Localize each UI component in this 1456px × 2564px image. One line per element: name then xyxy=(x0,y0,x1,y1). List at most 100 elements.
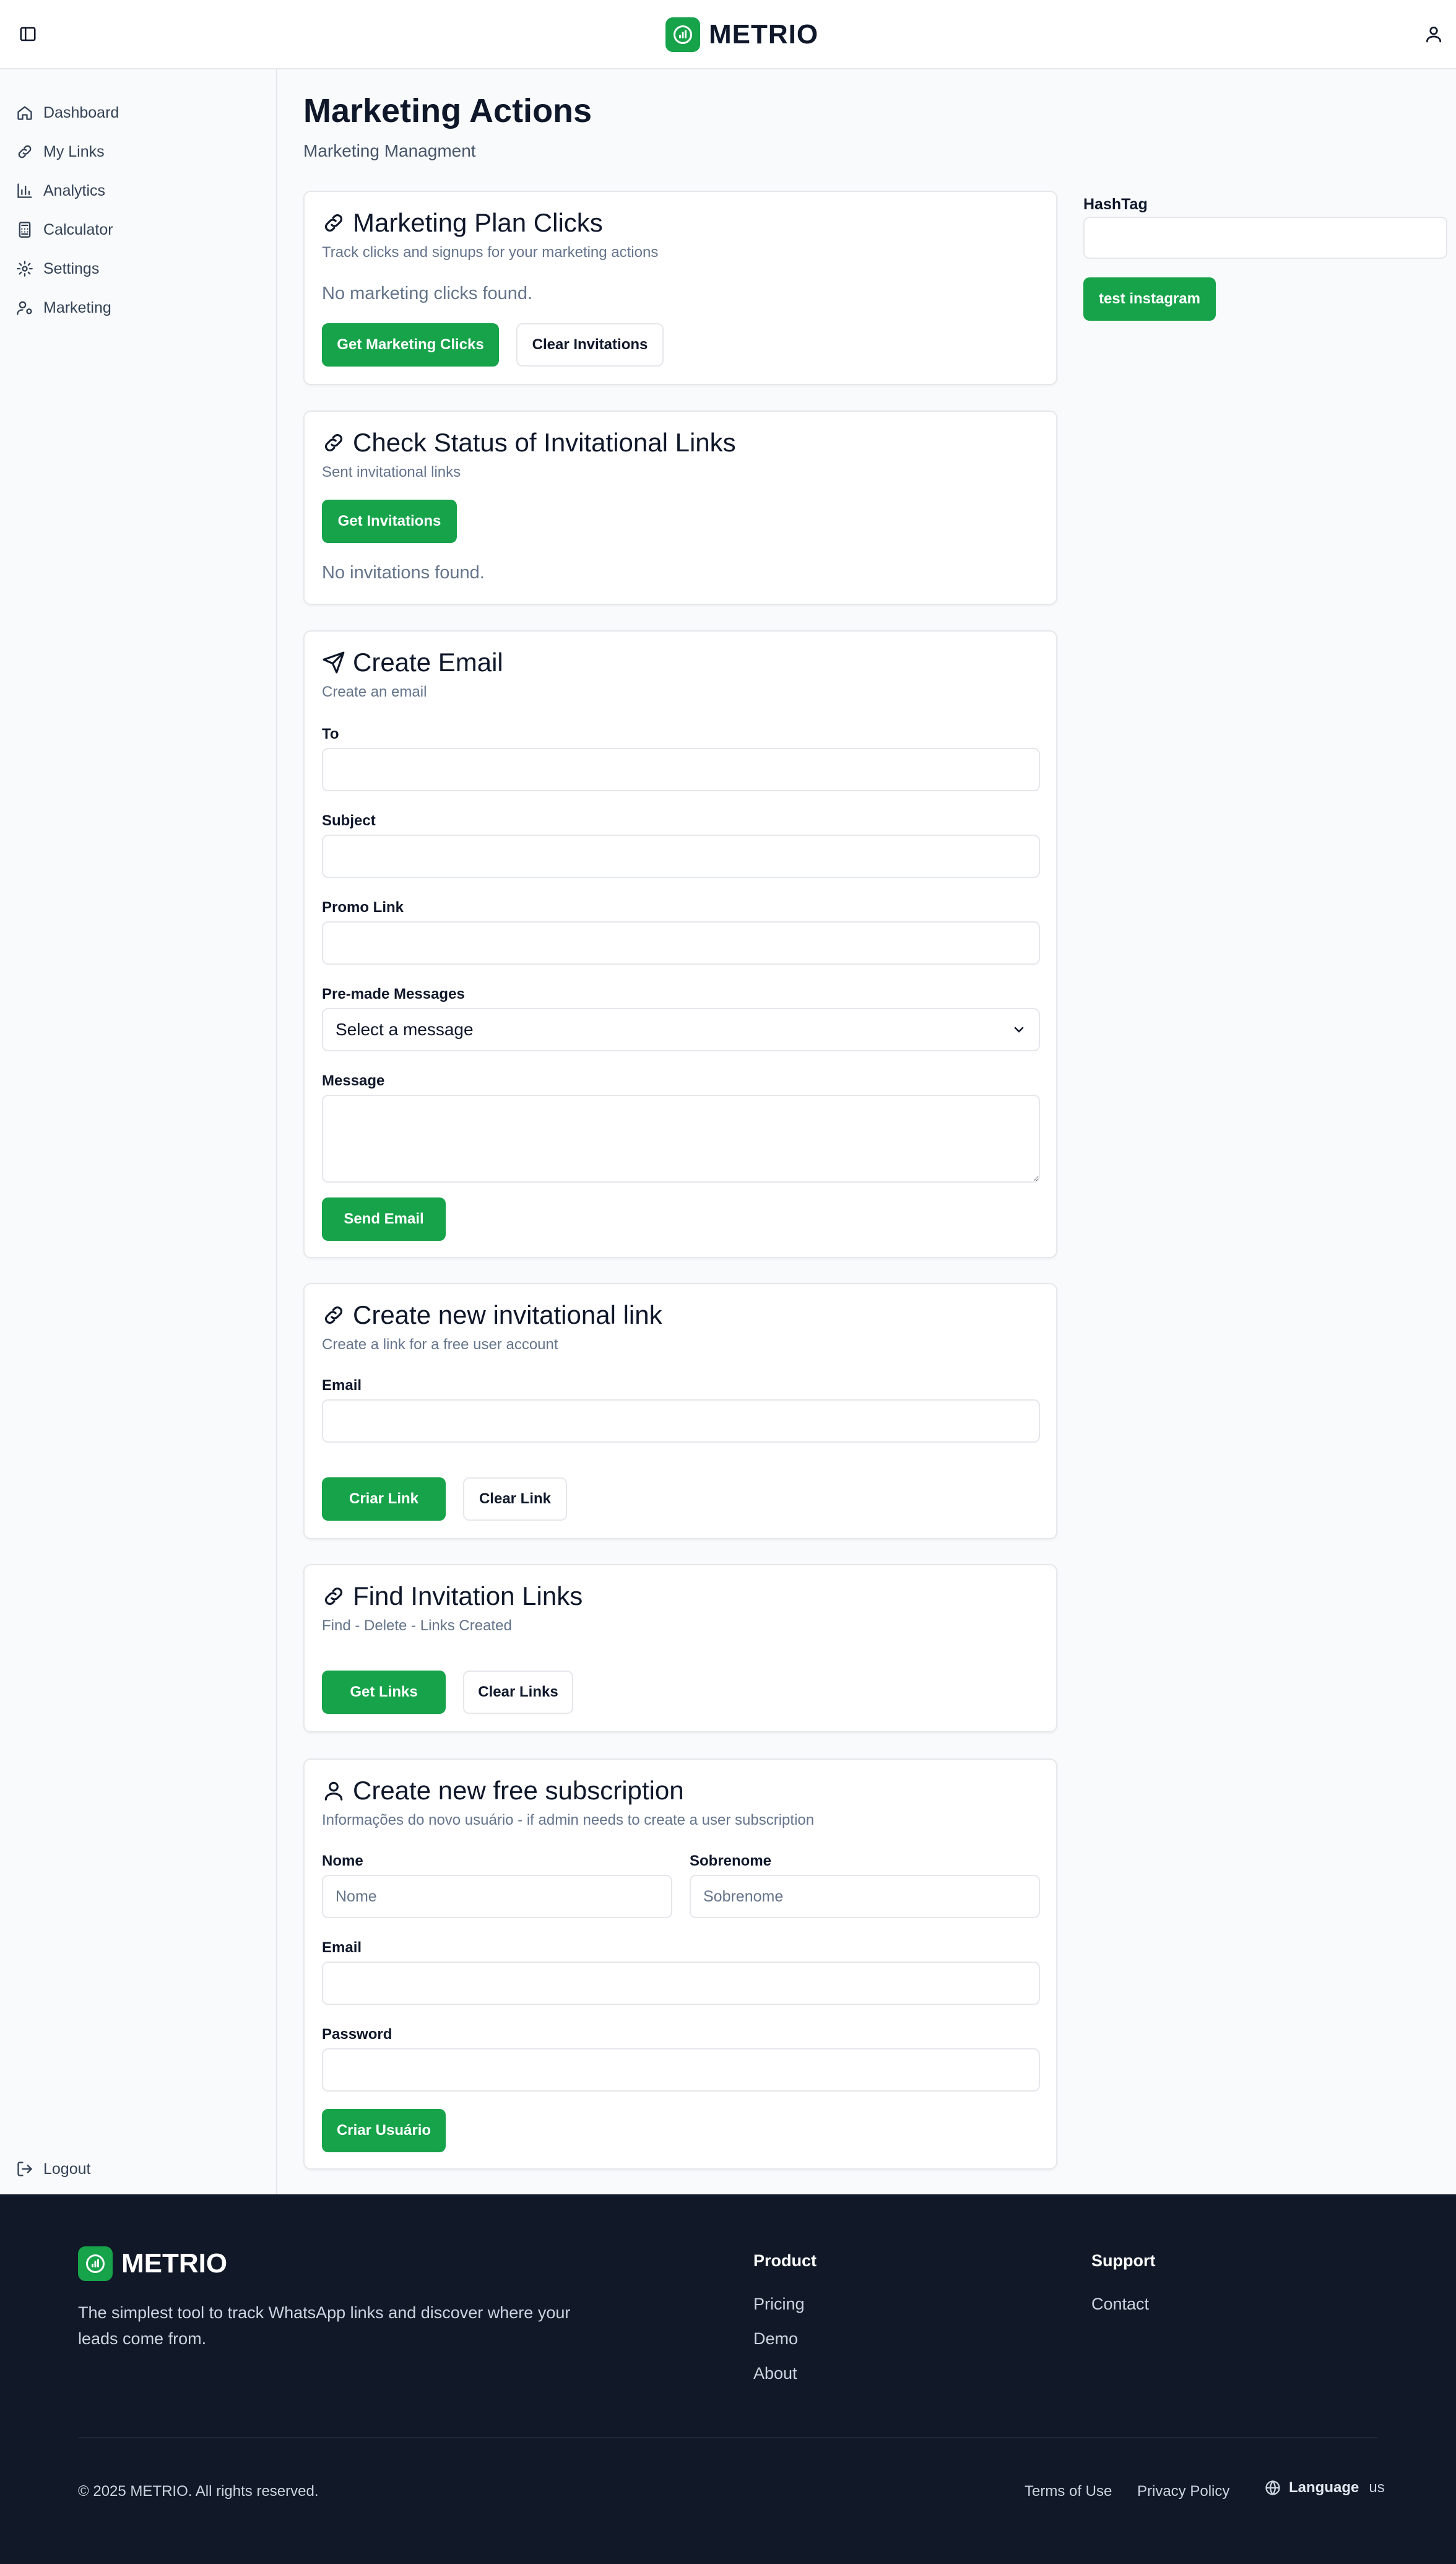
hashtag-field[interactable] xyxy=(1083,217,1447,259)
footer-copyright: © 2025 METRIO. All rights reserved. xyxy=(78,2483,319,2500)
link-icon xyxy=(18,145,32,159)
card-title-text: Create new invitational link xyxy=(353,1300,662,1329)
link-icon xyxy=(325,1588,342,1605)
to-label: To xyxy=(322,726,339,742)
create-user-button[interactable]: Criar Usuário xyxy=(322,2109,446,2152)
promo-link-label: Promo Link xyxy=(322,899,404,916)
select-value: Select a message xyxy=(336,1020,474,1039)
user-icon[interactable] xyxy=(1424,24,1444,44)
card-subtitle: Create a link for a free user account xyxy=(322,1336,558,1353)
page-title: Marketing Actions xyxy=(303,92,592,129)
card-subtitle: Create an email xyxy=(322,684,427,700)
sidebar-item-calculator[interactable]: Calculator xyxy=(16,217,113,242)
sidebar-item-analytics[interactable]: Analytics xyxy=(16,178,105,203)
create-link-button[interactable]: Criar Link xyxy=(322,1477,446,1521)
subject-label: Subject xyxy=(322,812,376,829)
card-title-text: Create Email xyxy=(353,648,503,677)
footer-product-title: Product xyxy=(753,2251,817,2270)
footer-link-demo[interactable]: Demo xyxy=(753,2329,798,2349)
card-subtitle: Find - Delete - Links Created xyxy=(322,1617,512,1634)
password-label: Password xyxy=(322,2026,392,2043)
clear-links-button[interactable]: Clear Links xyxy=(463,1671,573,1714)
free-subscription-card: Create new free subscription Informações… xyxy=(303,1758,1057,2170)
card-title: Create Email xyxy=(322,648,503,677)
footer-link-about[interactable]: About xyxy=(753,2364,797,2383)
language-value: us xyxy=(1369,2479,1385,2496)
test-instagram-button[interactable]: test instagram xyxy=(1083,277,1216,321)
user-icon xyxy=(324,1781,343,1801)
hashtag-label: HashTag xyxy=(1083,196,1148,213)
invitation-status-card: Check Status of Invitational Links Sent … xyxy=(303,411,1057,605)
card-title-text: Marketing Plan Clicks xyxy=(353,208,603,237)
sidebar-item-marketing[interactable]: Marketing xyxy=(16,295,111,320)
premade-messages-select[interactable]: Select a message xyxy=(322,1008,1040,1051)
last-name-label: Sobrenome xyxy=(690,1853,772,1869)
sidebar-item-label: Analytics xyxy=(43,181,106,199)
sidebar-toggle-icon[interactable] xyxy=(19,25,37,43)
footer-link-pricing[interactable]: Pricing xyxy=(753,2295,805,2314)
brand-name: METRIO xyxy=(709,19,819,50)
user-email-field[interactable] xyxy=(322,1962,1040,2005)
footer-link-contact[interactable]: Contact xyxy=(1091,2295,1149,2314)
subject-field[interactable] xyxy=(322,835,1040,878)
sidebar-item-label: Calculator xyxy=(43,220,113,238)
brand-logo-icon xyxy=(78,2246,113,2281)
card-title: Find Invitation Links xyxy=(322,1581,583,1611)
sidebar-item-dashboard[interactable]: Dashboard xyxy=(16,100,119,125)
logout-icon xyxy=(17,2162,33,2176)
card-title: Create new free subscription xyxy=(322,1776,684,1806)
brand[interactable]: METRIO xyxy=(665,17,818,52)
footer-link-terms[interactable]: Terms of Use xyxy=(1025,2483,1112,2500)
footer-support-title: Support xyxy=(1091,2251,1156,2270)
clear-invitations-button[interactable]: Clear Invitations xyxy=(516,323,664,367)
card-subtitle: Track clicks and signups for your market… xyxy=(322,244,659,261)
empty-state-text: No invitations found. xyxy=(322,563,485,583)
top-header: METRIO xyxy=(0,0,1456,69)
password-field[interactable] xyxy=(322,2048,1040,2092)
link-icon xyxy=(325,1306,342,1324)
sidebar-item-my-links[interactable]: My Links xyxy=(16,139,105,164)
get-marketing-clicks-button[interactable]: Get Marketing Clicks xyxy=(322,323,499,367)
footer-link-privacy[interactable]: Privacy Policy xyxy=(1137,2483,1229,2500)
get-invitations-button[interactable]: Get Invitations xyxy=(322,500,457,543)
globe-icon xyxy=(1265,2480,1280,2496)
card-title: Check Status of Invitational Links xyxy=(322,428,736,458)
footer: METRIO The simplest tool to track WhatsA… xyxy=(0,2194,1456,2564)
card-title: Marketing Plan Clicks xyxy=(322,208,603,238)
calculator-icon xyxy=(19,222,31,238)
brand-logo-icon xyxy=(665,17,700,52)
last-name-field[interactable] xyxy=(690,1875,1040,1918)
card-title: Create new invitational link xyxy=(322,1300,662,1330)
language-selector[interactable]: Language us xyxy=(1264,2479,1385,2497)
footer-divider xyxy=(78,2437,1378,2438)
link-icon xyxy=(325,434,342,451)
chevron-down-icon xyxy=(1014,1027,1024,1033)
send-email-button[interactable]: Send Email xyxy=(322,1197,446,1241)
to-field[interactable] xyxy=(322,748,1040,791)
marketing-clicks-card: Marketing Plan Clicks Track clicks and s… xyxy=(303,191,1057,385)
clear-link-button[interactable]: Clear Link xyxy=(463,1477,567,1521)
card-subtitle: Sent invitational links xyxy=(322,464,461,480)
email-label: Email xyxy=(322,1377,362,1394)
invite-email-field[interactable] xyxy=(322,1399,1040,1443)
page-subtitle: Marketing Managment xyxy=(303,141,476,160)
email-label: Email xyxy=(322,1939,362,1956)
card-title-text: Create new free subscription xyxy=(353,1776,684,1805)
sidebar-item-label: Marketing xyxy=(43,298,111,316)
footer-brand[interactable]: METRIO xyxy=(78,2246,227,2281)
get-links-button[interactable]: Get Links xyxy=(322,1671,446,1714)
message-textarea[interactable] xyxy=(322,1095,1040,1183)
first-name-field[interactable] xyxy=(322,1875,672,1918)
premade-messages-label: Pre-made Messages xyxy=(322,986,465,1002)
sidebar-item-logout[interactable]: Logout xyxy=(16,2157,90,2181)
create-email-card: Create Email Create an email To Subject … xyxy=(303,630,1057,1258)
promo-link-field[interactable] xyxy=(322,921,1040,965)
message-label: Message xyxy=(322,1072,385,1089)
sidebar-item-settings[interactable]: Settings xyxy=(16,256,99,281)
card-subtitle: Informações do novo usuário - if admin n… xyxy=(322,1812,815,1828)
gear-icon xyxy=(17,261,33,277)
empty-state-text: No marketing clicks found. xyxy=(322,284,533,303)
first-name-label: Nome xyxy=(322,1853,363,1869)
sidebar-item-label: Dashboard xyxy=(43,103,119,121)
language-label: Language xyxy=(1289,2479,1359,2496)
